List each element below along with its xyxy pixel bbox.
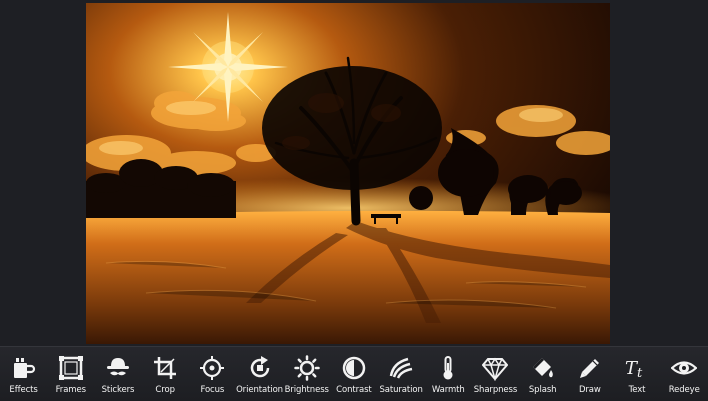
saturation-icon xyxy=(388,355,414,381)
tool-bar: Effects Frames Stickers Crop Focus Orien… xyxy=(0,346,708,401)
effects-button[interactable]: Effects xyxy=(0,347,47,401)
saturation-button[interactable]: Saturation xyxy=(378,347,425,401)
saturation-label: Saturation xyxy=(379,385,423,395)
focus-label: Focus xyxy=(200,385,225,395)
stickers-button[interactable]: Stickers xyxy=(94,347,141,401)
redeye-icon xyxy=(671,355,698,381)
contrast-label: Contrast xyxy=(336,385,372,395)
crop-label: Crop xyxy=(155,385,175,395)
draw-label: Draw xyxy=(578,385,601,395)
orientation-icon xyxy=(247,355,273,381)
text-icon: Tt xyxy=(624,355,650,381)
effects-icon xyxy=(11,355,37,381)
sharpness-icon xyxy=(482,355,509,381)
contrast-icon xyxy=(341,355,367,381)
crop-icon xyxy=(152,355,178,381)
contrast-button[interactable]: Contrast xyxy=(330,347,377,401)
stickers-label: Stickers xyxy=(101,385,135,395)
sharpness-label: Sharpness xyxy=(473,385,518,395)
frames-label: Frames xyxy=(55,385,86,395)
text-label: Text xyxy=(628,385,646,395)
splash-button[interactable]: Splash xyxy=(519,347,566,401)
brightness-button[interactable]: Brightness xyxy=(283,347,330,401)
photo-image xyxy=(86,3,610,344)
brightness-icon xyxy=(293,355,320,381)
redeye-button[interactable]: Redeye xyxy=(661,347,708,401)
canvas-area xyxy=(0,0,708,346)
text-button[interactable]: Tt Text xyxy=(613,347,660,401)
effects-label: Effects xyxy=(9,385,38,395)
brightness-label: Brightness xyxy=(284,385,329,395)
sharpness-button[interactable]: Sharpness xyxy=(472,347,519,401)
focus-icon xyxy=(199,355,225,381)
frames-button[interactable]: Frames xyxy=(47,347,94,401)
redeye-label: Redeye xyxy=(668,385,700,395)
svg-text:t: t xyxy=(637,366,643,381)
splash-label: Splash xyxy=(528,385,557,395)
orientation-label: Orientation xyxy=(236,385,283,395)
orientation-button[interactable]: Orientation xyxy=(236,347,283,401)
focus-button[interactable]: Focus xyxy=(189,347,236,401)
warmth-button[interactable]: Warmth xyxy=(425,347,472,401)
splash-icon xyxy=(530,355,556,381)
frames-icon xyxy=(58,355,84,381)
draw-button[interactable]: Draw xyxy=(566,347,613,401)
crop-button[interactable]: Crop xyxy=(142,347,189,401)
warmth-icon xyxy=(435,355,461,381)
edited-photo[interactable] xyxy=(86,3,610,344)
draw-icon xyxy=(577,355,603,381)
warmth-label: Warmth xyxy=(431,385,465,395)
stickers-icon xyxy=(105,355,131,381)
